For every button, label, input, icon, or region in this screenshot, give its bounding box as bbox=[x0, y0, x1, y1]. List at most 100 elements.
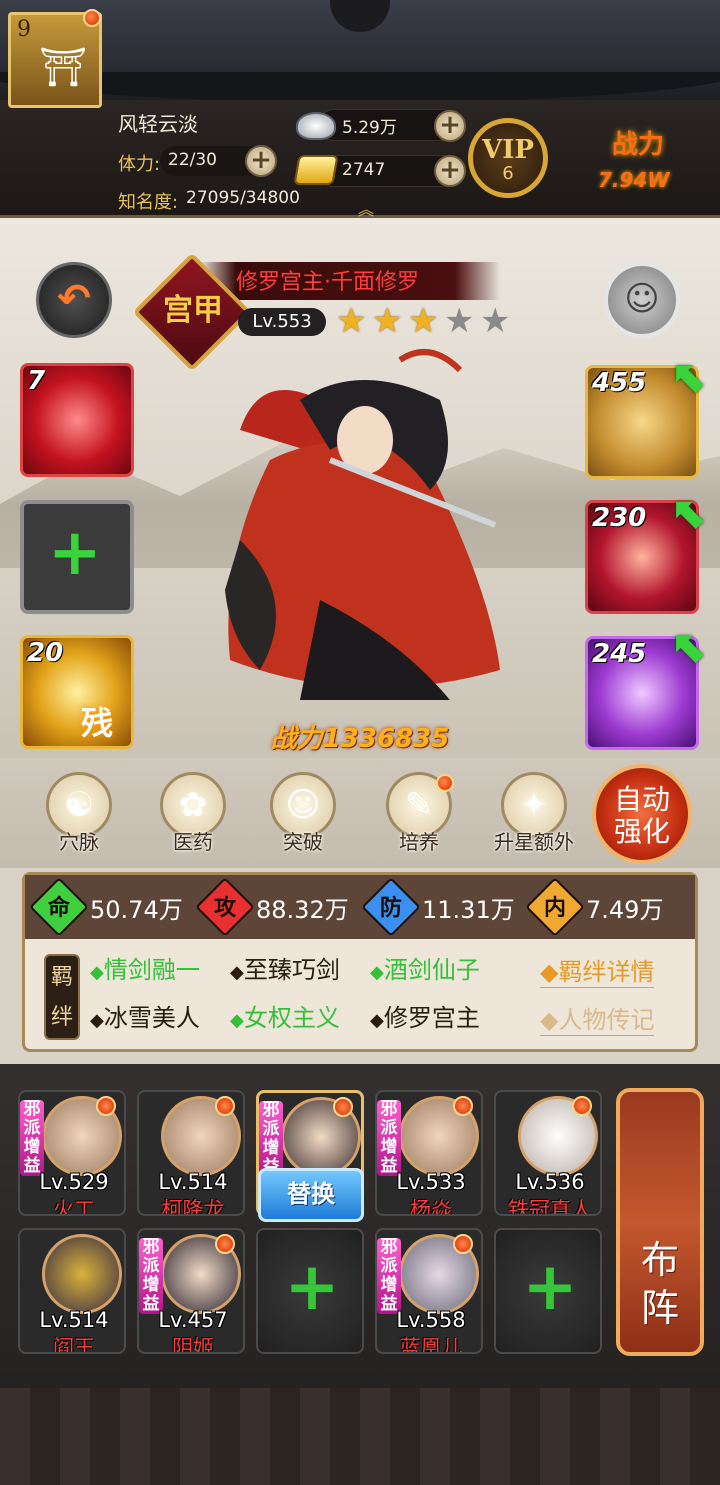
team-empty-slot[interactable]: + bbox=[256, 1228, 364, 1354]
slot-count: 230 bbox=[592, 503, 647, 533]
meridian-button[interactable]: ☯ 穴脉 bbox=[34, 772, 124, 855]
stat-glyph: 内 bbox=[543, 895, 566, 921]
bond-label: 冰雪美人 bbox=[103, 1004, 200, 1032]
member-name: 阴姬 bbox=[172, 1336, 214, 1354]
hero-power: 战力1336835 bbox=[270, 724, 450, 754]
bond-label: 情剑融一 bbox=[103, 956, 200, 984]
stat-value: 11.31万 bbox=[422, 896, 515, 924]
team-member-slot[interactable]: 邪派增益 Lv.529 火工 bbox=[18, 1090, 126, 1216]
team-member-slot[interactable]: 邪派增益 Lv.457 阴姬 bbox=[137, 1228, 245, 1354]
evil-faction-tag: 邪派增益 bbox=[377, 1238, 401, 1314]
member-level: Lv.457 bbox=[158, 1308, 228, 1332]
notification-dot bbox=[572, 1096, 592, 1116]
add-silver-button[interactable]: + bbox=[434, 110, 466, 142]
notification-dot bbox=[96, 1096, 116, 1116]
stamina-label: 体力: bbox=[118, 154, 161, 175]
stat-value: 7.49万 bbox=[586, 896, 664, 924]
star-icon: ★ bbox=[336, 301, 367, 341]
team-member-slot[interactable]: 邪派增益 Lv.558 蓝凰儿 bbox=[375, 1228, 483, 1354]
team-member-slot[interactable]: Lv.536 铁冠真人 bbox=[494, 1090, 602, 1216]
auto-enhance-line2: 强化 bbox=[613, 815, 670, 848]
figure-view-button[interactable]: ☺ bbox=[604, 262, 680, 338]
add-stamina-button[interactable]: + bbox=[245, 145, 277, 177]
skill-slot-gold-rose[interactable]: 20 残 bbox=[20, 635, 134, 749]
breakthrough-button[interactable]: ☺ 突破 bbox=[258, 772, 348, 855]
slot-count: 7 bbox=[27, 366, 46, 396]
team-member-slot[interactable]: Lv.514 阎王 bbox=[18, 1228, 126, 1354]
hero-ribbon bbox=[398, 349, 463, 373]
star-empty-icon: ★ bbox=[444, 301, 475, 341]
add-gold-button[interactable]: + bbox=[434, 155, 466, 187]
bond-item[interactable]: ◆女权主义 bbox=[230, 998, 340, 1033]
star-icon: ★ bbox=[372, 301, 403, 341]
slot-tag: 残 bbox=[81, 704, 114, 742]
vip-level: 6 bbox=[502, 163, 514, 184]
bond-details-link[interactable]: ◆羁绊详情 bbox=[540, 952, 655, 988]
auto-enhance-button[interactable]: 自动 强化 bbox=[592, 764, 692, 864]
total-power-label: 战力 bbox=[612, 130, 665, 160]
member-level: Lv.533 bbox=[396, 1170, 466, 1194]
back-button[interactable]: ↶ bbox=[36, 262, 112, 338]
upgrade-arrow-icon: ⬉ bbox=[672, 488, 709, 539]
member-level: Lv.536 bbox=[515, 1170, 585, 1194]
team-member-slot[interactable]: Lv.514 柯降龙 bbox=[137, 1090, 245, 1216]
fame-value: 27095/34800 bbox=[186, 188, 300, 208]
member-name: 铁冠真人 bbox=[508, 1198, 592, 1216]
slot-count: 20 bbox=[27, 638, 64, 668]
member-name: 阎王 bbox=[53, 1336, 95, 1354]
auto-enhance-line1: 自动 bbox=[613, 783, 670, 816]
gold-value: 2747 bbox=[342, 160, 386, 180]
bond-item[interactable]: ◆冰雪美人 bbox=[90, 998, 200, 1033]
silver-ingot-icon bbox=[296, 112, 336, 140]
bond-label: 至臻巧剑 bbox=[243, 956, 340, 984]
team-empty-slot[interactable]: + bbox=[494, 1228, 602, 1354]
diamond-icon: ◆ bbox=[370, 1010, 384, 1031]
diamond-icon: ◆ bbox=[90, 962, 104, 983]
add-slot-icon: + bbox=[48, 516, 102, 590]
formation-label: 布阵 bbox=[640, 1238, 679, 1330]
bond-item[interactable]: ◆情剑融一 bbox=[90, 950, 200, 985]
bond-item[interactable]: ◆酒剑仙子 bbox=[370, 950, 480, 985]
bond-label: 修罗宫主 bbox=[383, 1004, 480, 1032]
member-name: 杨焱 bbox=[410, 1198, 452, 1216]
stat-glyph: 命 bbox=[47, 895, 70, 921]
medicine-label: 医药 bbox=[173, 830, 213, 854]
slot-count: 245 bbox=[592, 639, 647, 669]
cultivate-button[interactable]: ✎ 培养 bbox=[374, 772, 464, 855]
star-up-label: 升星额外 bbox=[494, 830, 574, 854]
stamina-value: 22/30 bbox=[168, 150, 217, 170]
vip-badge[interactable]: VIP 6 bbox=[468, 118, 548, 198]
skill-slot-empty[interactable]: + bbox=[20, 500, 134, 614]
meridian-label: 穴脉 bbox=[59, 830, 99, 854]
replace-button[interactable]: 替换 bbox=[258, 1168, 364, 1222]
diamond-icon: ◆ bbox=[230, 962, 244, 983]
skill-slot-red-heart[interactable]: 7 bbox=[20, 363, 134, 477]
stat-glyph: 防 bbox=[379, 895, 402, 921]
medicine-button[interactable]: ✿ 医药 bbox=[148, 772, 238, 855]
star-icon: ★ bbox=[408, 301, 439, 341]
upgrade-arrow-icon: ⬉ bbox=[672, 622, 709, 673]
team-member-slot[interactable]: 邪派增益 Lv.533 杨焱 bbox=[375, 1090, 483, 1216]
notification-dot bbox=[453, 1096, 473, 1116]
star-up-button[interactable]: ✦ 升星额外 bbox=[484, 772, 584, 855]
member-level: Lv.514 bbox=[39, 1308, 109, 1332]
member-name: 火工 bbox=[53, 1198, 95, 1216]
hero-character-art[interactable] bbox=[200, 340, 520, 710]
rank-text: 宫甲 bbox=[163, 293, 223, 328]
expand-chevron-icon[interactable]: ︽ bbox=[348, 196, 384, 219]
breakthrough-label: 突破 bbox=[283, 830, 323, 854]
gold-ingot-icon bbox=[293, 155, 339, 185]
total-power-value: 7.94W bbox=[598, 168, 670, 192]
bond-item[interactable]: ◆至臻巧剑 bbox=[230, 950, 340, 985]
bond-item[interactable]: ◆修罗宫主 bbox=[370, 998, 480, 1033]
notification-dot bbox=[436, 774, 454, 792]
player-avatar[interactable]: 9 ⛩ bbox=[8, 9, 102, 108]
star-empty-icon: ★ bbox=[480, 301, 511, 341]
roof-ornament bbox=[330, 0, 390, 32]
fame-label: 知名度: bbox=[118, 192, 179, 213]
player-avatar-level: 9 bbox=[17, 17, 31, 42]
floor-decoration bbox=[0, 1388, 720, 1485]
silver-value: 5.29万 bbox=[342, 118, 397, 138]
character-bio-link[interactable]: ◆人物传记 bbox=[540, 1000, 655, 1036]
bond-seal: 羁绊 bbox=[44, 954, 80, 1040]
